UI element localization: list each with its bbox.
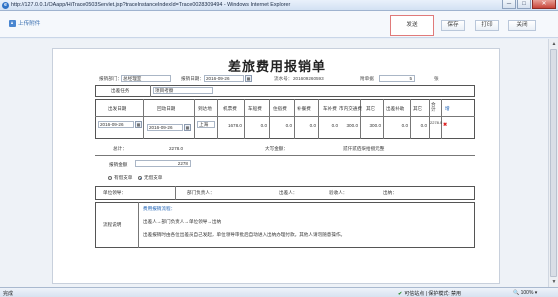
trip-taxi-value[interactable]: 0.0	[319, 123, 338, 128]
trip-date-back-field[interactable]: 2016-09-26	[147, 124, 183, 131]
expense-form: 差旅费用报销单 报销部门： 总经理室 报销日期： 2016-09-26 ▦ 流水…	[52, 48, 500, 284]
trip-other-value[interactable]: 300.0	[361, 123, 382, 128]
header-allow: 出差补助	[386, 106, 405, 111]
sign-mgr-label: 部门负责人：	[187, 190, 215, 195]
status-text: 完成	[3, 291, 14, 297]
radio-has-loan[interactable]	[108, 176, 112, 180]
form-toolbar: 上传附件 发送 保存 打印 关闭	[0, 11, 558, 38]
send-button[interactable]: 发送	[390, 15, 434, 36]
maximize-button[interactable]: □	[517, 0, 531, 9]
scroll-up-icon[interactable]: ▲	[550, 40, 558, 48]
trip-hotel-value[interactable]: 0.0	[270, 123, 292, 128]
print-button[interactable]: 打印	[475, 20, 499, 31]
close-window-button[interactable]: ✕	[532, 0, 556, 9]
radio-has-loan-label: 有借支单	[114, 175, 133, 180]
trip-place-field[interactable]: 上海	[197, 121, 215, 128]
header-date-out: 出发日期	[108, 106, 127, 111]
status-bar: 完成 ✔ 可信站点 | 保护模式: 禁用 🔍 100% ▾	[0, 287, 558, 297]
zoom-level[interactable]: 🔍 100% ▾	[513, 290, 537, 296]
header-plane: 机票费	[223, 106, 237, 111]
zone-text: 可信站点 | 保护模式: 禁用	[404, 291, 462, 297]
sign-verify-label: 验收人：	[329, 190, 348, 195]
calendar-out-icon[interactable]: ▦	[135, 121, 142, 128]
trip-allow-value[interactable]: 0.0	[384, 123, 408, 128]
header-hotel: 住宿费	[273, 106, 287, 111]
header-city: 市内交通费	[339, 106, 362, 111]
sum-value: 2278.0	[169, 146, 184, 151]
header-train: 车船费	[248, 106, 262, 111]
calendar-back-icon[interactable]: ▦	[184, 124, 191, 131]
close-button[interactable]: 关闭	[508, 20, 536, 31]
trip-total-value: 2278.0	[430, 120, 443, 125]
sum-label: 总计：	[113, 146, 127, 151]
dept-field[interactable]: 总经理室	[121, 75, 171, 82]
sign-dept-label: 单位领导：	[103, 190, 126, 195]
window-titlebar: e http://127.0.0.1/OAapp/HiTrace0503Serv…	[0, 0, 558, 11]
flow-desc-label: 流程说明	[103, 222, 122, 227]
upload-attachment-link[interactable]: 上传附件	[9, 19, 40, 27]
header-total: 合计	[431, 102, 436, 112]
scroll-down-icon[interactable]: ▼	[550, 278, 558, 286]
header-other: 其它	[366, 106, 376, 111]
save-button[interactable]: 保存	[441, 20, 465, 31]
sign-cashier-label: 出纳：	[383, 190, 397, 195]
security-zone[interactable]: ✔ 可信站点 | 保护模式: 禁用	[398, 290, 461, 297]
task-row	[95, 85, 475, 97]
form-title: 差旅费用报销单	[227, 60, 326, 75]
checkmark-icon: ✔	[398, 290, 403, 297]
ie-icon: e	[2, 2, 9, 9]
trip-train-value[interactable]: 0.0	[245, 123, 267, 128]
upload-icon	[9, 19, 16, 27]
attach-label: 附单据	[360, 76, 374, 81]
calendar-icon[interactable]: ▦	[245, 75, 252, 82]
header-place: 到达地	[198, 106, 212, 111]
window-title: http://127.0.0.1/OAapp/HiTrace0503Servle…	[11, 2, 291, 8]
trip-city-value[interactable]: 300.0	[340, 123, 359, 128]
attach-unit: 张	[434, 76, 439, 81]
trip-misc-value[interactable]: 0.0	[411, 123, 427, 128]
trip-table	[95, 99, 475, 139]
reimb-field[interactable]: 2278	[135, 160, 191, 167]
trip-meal-value[interactable]: 0.0	[295, 123, 316, 128]
radio-no-loan[interactable]	[138, 176, 142, 180]
dept-label: 报销部门：	[99, 76, 122, 81]
flow-desc-line1: 出差人→部门负责人→单位领导→出纳	[143, 219, 222, 224]
flow-number: 201609260593	[293, 76, 324, 81]
radio-no-loan-label: 无借支单	[144, 175, 163, 180]
header-date-back: 回动日期	[157, 106, 176, 111]
trip-plane-value[interactable]: 1678.0	[220, 123, 242, 128]
vertical-scrollbar[interactable]: ▲ ▼	[548, 39, 558, 287]
upper-amount-label: 大写金额：	[265, 146, 288, 151]
sign-person-label: 出差人：	[279, 190, 298, 195]
task-label: 出差任务	[111, 88, 130, 93]
flow-desc-title: 费用报销流程：	[143, 206, 176, 211]
delete-row-icon[interactable]: ✖	[443, 122, 447, 128]
flow-desc-line2: 出差报销时由各位出差员自己发起，单位领导审批后自动进入出纳办理付款。其他人请勿随…	[143, 232, 346, 237]
header-taxi: 车补费	[323, 106, 337, 111]
task-field[interactable]: 项目考察	[153, 87, 213, 94]
header-misc: 其它	[413, 106, 423, 111]
upper-amount-value: 贰仟贰佰柒拾捌元整	[343, 146, 385, 151]
minimize-button[interactable]: ─	[502, 0, 516, 9]
scroll-thumb[interactable]	[550, 49, 557, 277]
trip-date-out-field[interactable]: 2016-09-26	[98, 121, 134, 128]
date-field[interactable]: 2016-09-26	[204, 75, 244, 82]
upload-label: 上传附件	[18, 21, 41, 27]
zoom-text: 100%	[520, 290, 534, 296]
flow-label: 流水号：	[274, 76, 293, 81]
attach-count-field[interactable]: 5	[379, 75, 415, 82]
header-meal: 补餐费	[297, 106, 311, 111]
reimb-label: 报销金额	[109, 162, 128, 167]
window-controls: ─ □ ✕	[501, 0, 556, 10]
add-row-button[interactable]: 增	[445, 106, 450, 112]
content-area: 差旅费用报销单 报销部门： 总经理室 报销日期： 2016-09-26 ▦ 流水…	[0, 39, 548, 287]
date-label: 报销日期：	[181, 76, 204, 81]
